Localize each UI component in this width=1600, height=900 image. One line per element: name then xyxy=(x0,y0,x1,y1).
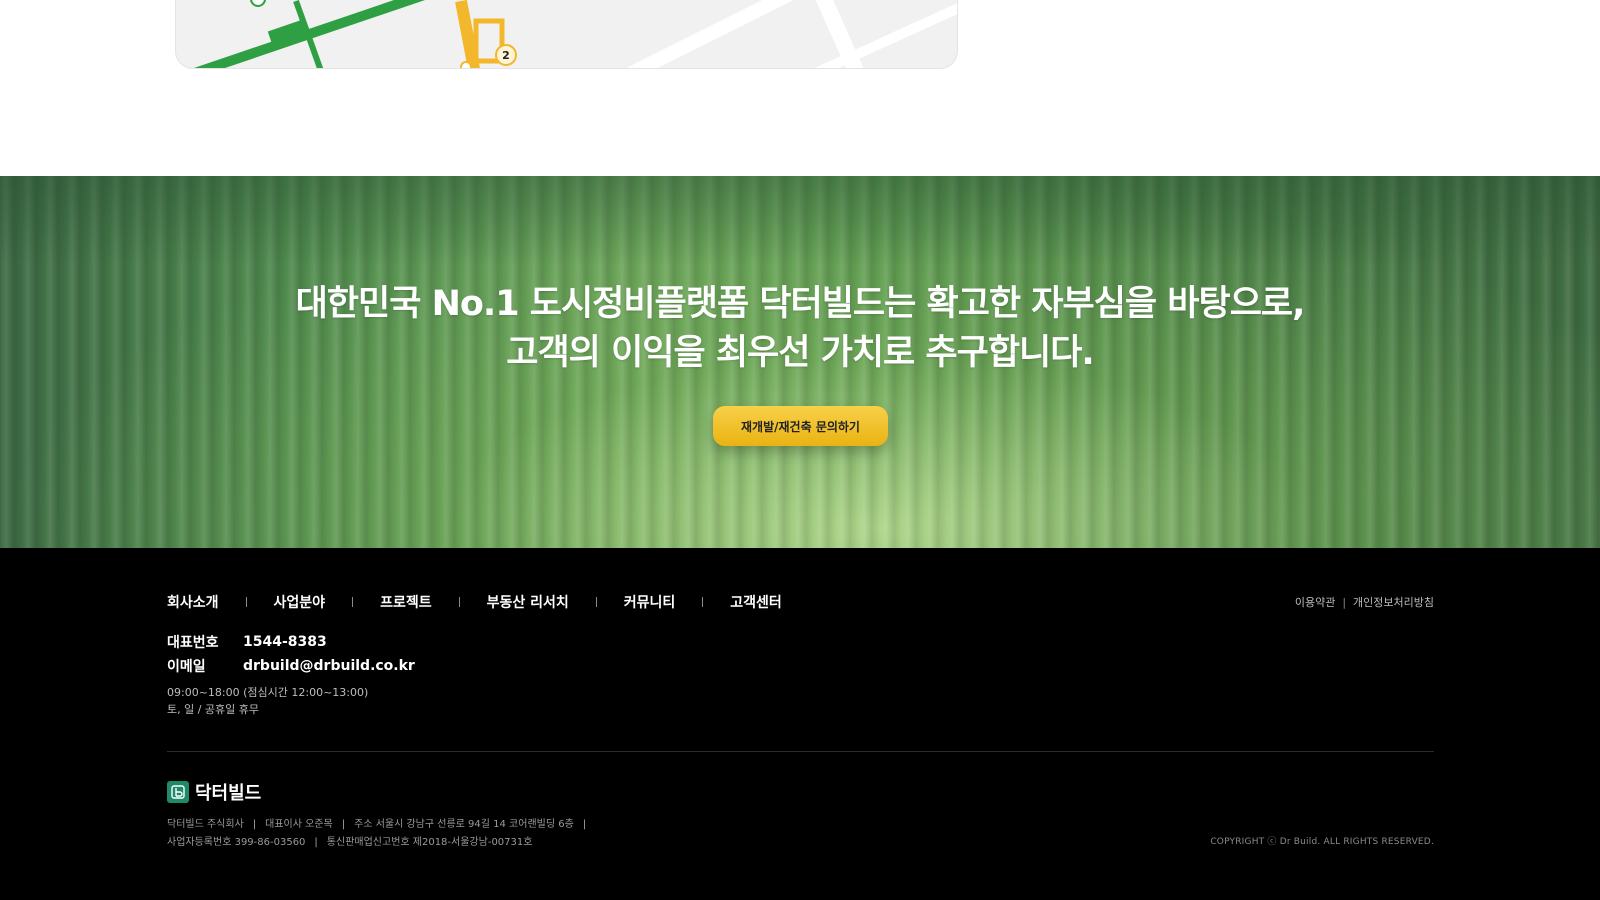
inquiry-button[interactable]: 재개발/재건축 문의하기 xyxy=(713,406,888,446)
email-row: 이메일 drbuild@drbuild.co.kr xyxy=(167,654,415,678)
phone-row: 대표번호 1544-8383 xyxy=(167,630,415,654)
footer-brand[interactable]: 닥터빌드 xyxy=(167,779,261,805)
mail-order-registration: 통신판매업신고번호 제2018-서울강남-00731호 xyxy=(326,837,533,848)
map-station-marker[interactable] xyxy=(250,0,266,7)
drbuild-logo-icon xyxy=(167,781,189,803)
phone-label: 대표번호 xyxy=(167,635,219,651)
terms-link[interactable]: 이용약관 xyxy=(1295,596,1335,609)
footer-nav-research[interactable]: 부동산 리서치 xyxy=(487,592,569,612)
company-info-line1: 닥터빌드 주식회사 | 대표이사 오준목 | 주소 서울시 강남구 선릉로 94길 14… xyxy=(167,816,595,834)
closed-days: 토, 일 / 공휴일 휴무 xyxy=(167,703,260,716)
nav-separator xyxy=(245,597,247,607)
weekday-hours: 09:00~18:00 (점심시간 12:00~13:00) xyxy=(167,686,369,699)
map-section: 2 xyxy=(0,0,1600,176)
banner-headline-line2: 고객의 이익을 최우선 가치로 추구합니다. xyxy=(506,333,1094,373)
location-map[interactable]: 2 xyxy=(175,0,958,69)
business-hours: 09:00~18:00 (점심시간 12:00~13:00) 토, 일 / 공휴… xyxy=(167,684,368,718)
map-road xyxy=(626,0,794,68)
info-separator: | xyxy=(314,837,318,848)
nav-separator xyxy=(458,597,460,607)
nav-separator xyxy=(352,597,354,607)
footer-nav-community[interactable]: 커뮤니티 xyxy=(624,592,676,612)
nav-separator xyxy=(702,597,704,607)
cta-banner: 대한민국 No.1 도시정비플랫폼 닥터빌드는 확고한 자부심을 바탕으로, 고… xyxy=(0,176,1600,548)
legal-separator: | xyxy=(1342,596,1347,609)
phone-number[interactable]: 1544-8383 xyxy=(243,634,327,650)
map-marker xyxy=(460,61,472,68)
company-address: 주소 서울시 강남구 선릉로 94길 14 코어랜빌딩 6층 xyxy=(354,819,574,830)
map-station-green xyxy=(267,19,310,51)
site-footer: 회사소개 사업분야 프로젝트 부동산 리서치 커뮤니티 고객센터 이용약관 | 개인… xyxy=(0,548,1600,900)
privacy-link[interactable]: 개인정보처리방침 xyxy=(1353,596,1434,609)
nav-separator xyxy=(595,597,597,607)
company-info: 닥터빌드 주식회사 | 대표이사 오준목 | 주소 서울시 강남구 선릉로 94길 14… xyxy=(167,816,595,852)
footer-divider xyxy=(167,751,1434,752)
map-station-number: 2 xyxy=(502,49,510,62)
footer-nav-projects[interactable]: 프로젝트 xyxy=(380,592,432,612)
info-separator: | xyxy=(252,819,257,830)
map-road xyxy=(815,0,864,68)
legal-links: 이용약관 | 개인정보처리방침 xyxy=(1295,594,1434,610)
map-yellow-line xyxy=(455,0,480,68)
banner-headline-line1: 대한민국 No.1 도시정비플랫폼 닥터빌드는 확고한 자부심을 바탕으로, xyxy=(295,284,1306,324)
map-green-line xyxy=(193,0,426,68)
info-separator: | xyxy=(582,819,587,830)
ceo-name: 대표이사 오준목 xyxy=(265,819,333,830)
company-name: 닥터빌드 주식회사 xyxy=(167,819,244,830)
banner-headline: 대한민국 No.1 도시정비플랫폼 닥터빌드는 확고한 자부심을 바탕으로, 고… xyxy=(0,280,1600,378)
copyright: COPYRIGHT ⓒ Dr Build. ALL RIGHTS RESERVE… xyxy=(1210,837,1434,847)
email-label: 이메일 xyxy=(167,659,206,675)
brand-name: 닥터빌드 xyxy=(195,783,262,804)
footer-nav-business[interactable]: 사업분야 xyxy=(274,592,326,612)
info-separator: | xyxy=(341,819,346,830)
footer-nav: 회사소개 사업분야 프로젝트 부동산 리서치 커뮤니티 고객센터 xyxy=(167,592,782,612)
contact-info: 대표번호 1544-8383 이메일 drbuild@drbuild.co.kr xyxy=(167,630,415,678)
footer-nav-company[interactable]: 회사소개 xyxy=(167,592,219,612)
email-address[interactable]: drbuild@drbuild.co.kr xyxy=(243,658,415,674)
footer-nav-support[interactable]: 고객센터 xyxy=(730,592,782,612)
business-registration: 사업자등록번호 399-86-03560 xyxy=(167,837,306,848)
map-graphic: 2 xyxy=(193,0,957,68)
company-info-line2: 사업자등록번호 399-86-03560 | 통신판매업신고번호 제2018-서울강… xyxy=(167,834,595,852)
map-road xyxy=(814,3,957,68)
